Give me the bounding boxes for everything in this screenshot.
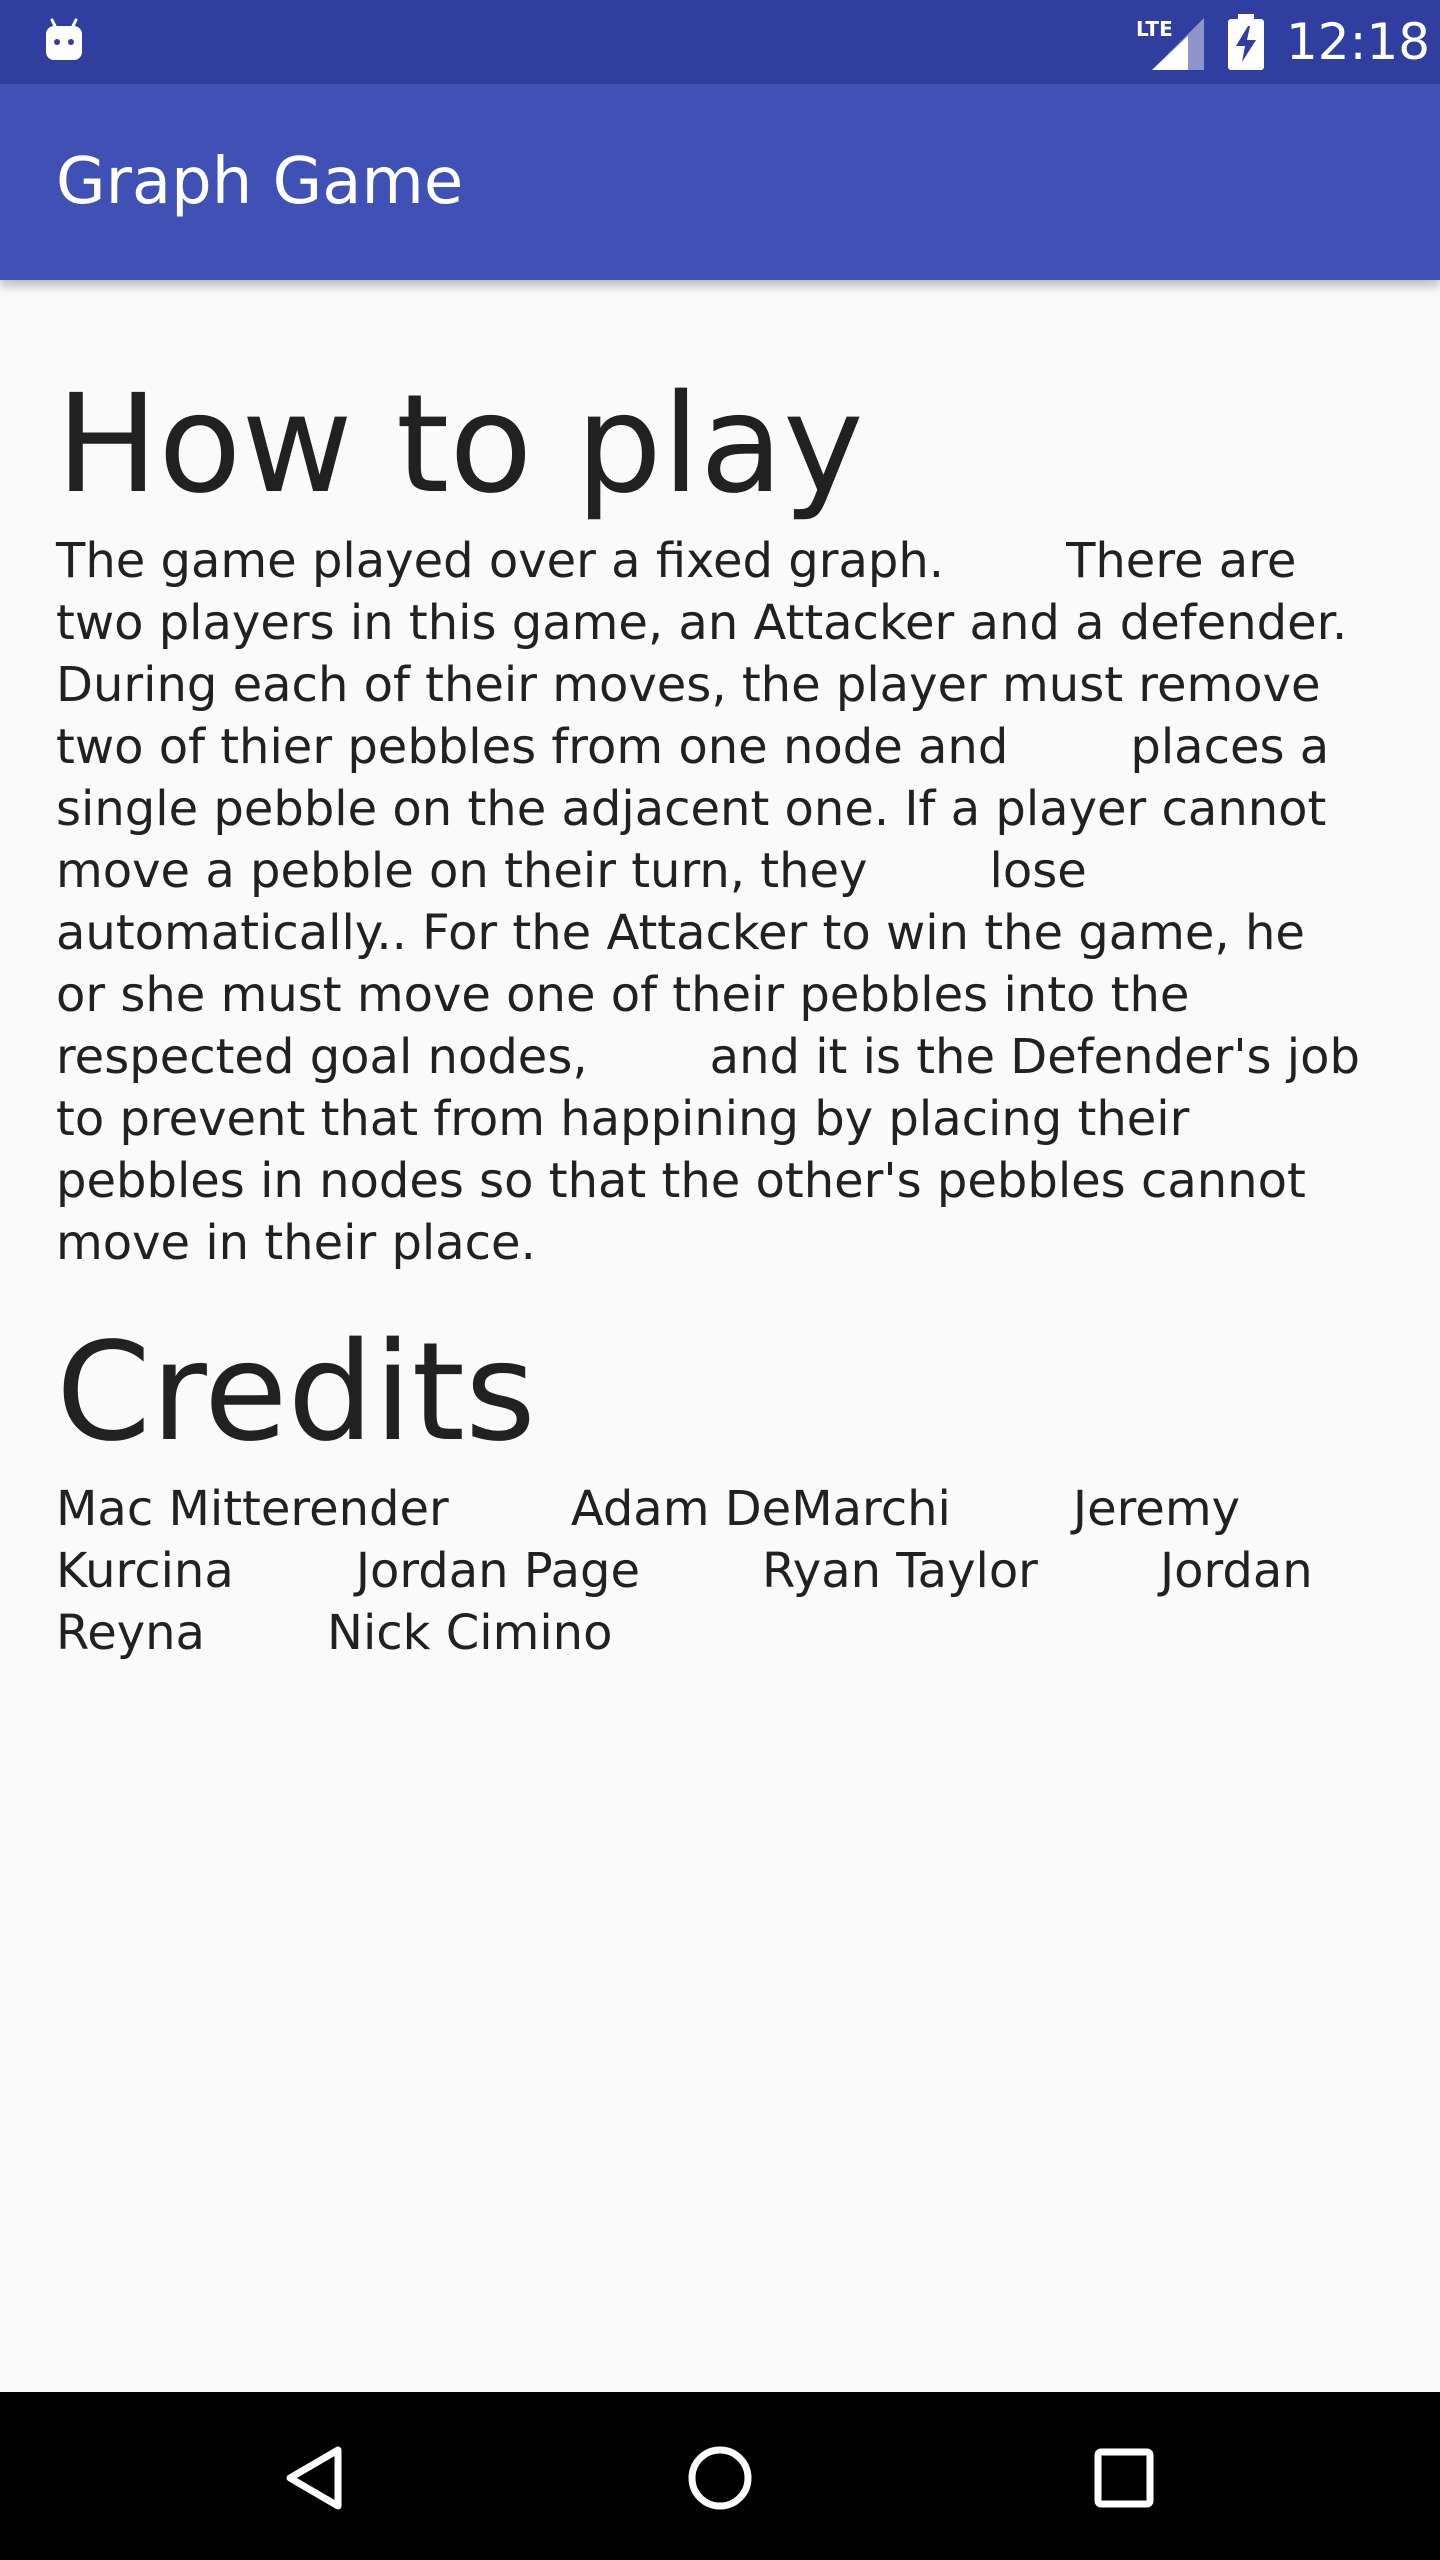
app-title: Graph Game: [56, 145, 464, 219]
android-debug-icon: [46, 18, 82, 60]
how-to-play-text: The game played over a fixed graph. Ther…: [56, 533, 1376, 1271]
app-bar: Graph Game: [0, 84, 1440, 280]
credits-heading: Credits: [56, 1314, 536, 1472]
battery-charging-icon: [1228, 14, 1264, 70]
home-icon[interactable]: [670, 2428, 770, 2528]
main-content: How to play The game played over a fixed…: [56, 360, 1366, 1664]
status-time: 12:18: [1286, 13, 1431, 71]
recents-icon[interactable]: [1074, 2428, 1174, 2528]
how-to-play-heading: How to play: [56, 366, 864, 524]
back-icon[interactable]: [266, 2428, 366, 2528]
lte-label: LTE: [1136, 17, 1173, 41]
lte-signal-icon: LTE: [1136, 17, 1204, 70]
credits-text: Mac Mitterender Adam DeMarchi Jeremy Kur…: [56, 1481, 1328, 1661]
status-bar: LTE 12:18: [0, 0, 1440, 84]
navigation-bar: [0, 2392, 1440, 2560]
